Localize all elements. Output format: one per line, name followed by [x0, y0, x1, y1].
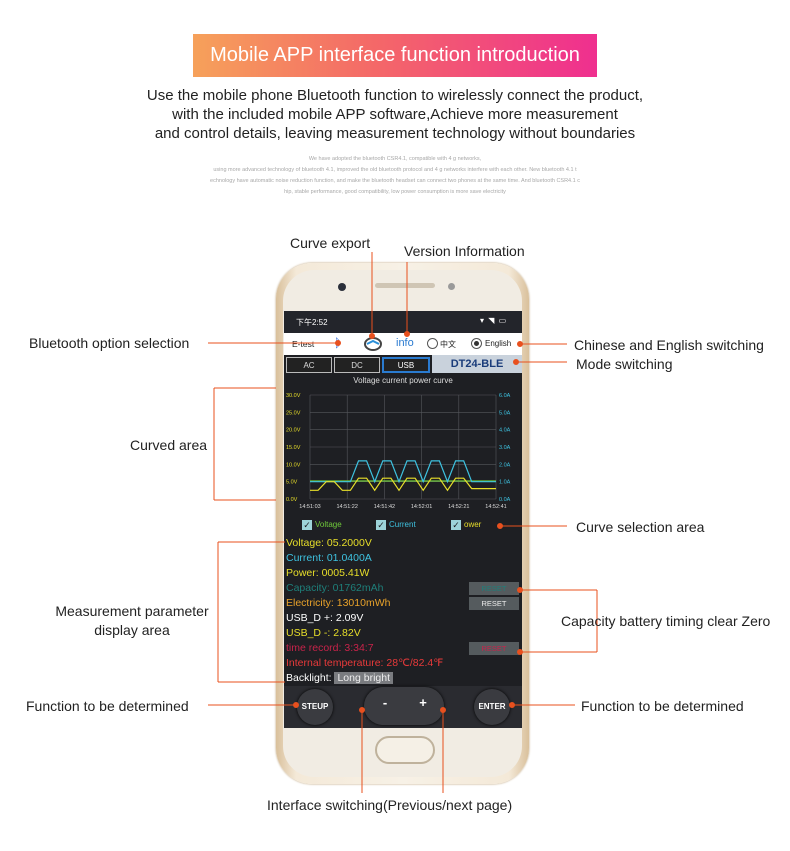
leader-dot	[335, 340, 341, 346]
leader-dot	[517, 649, 523, 655]
leader-dot	[497, 523, 503, 529]
leader-dot	[517, 587, 523, 593]
leader-dot	[517, 341, 523, 347]
callout-mode-switch: Mode switching	[576, 356, 673, 372]
callout-curve-export: Curve export	[290, 235, 371, 251]
callout-curved-area: Curved area	[130, 437, 208, 453]
callout-curve-selection: Curve selection area	[576, 519, 705, 535]
leader-dot	[440, 707, 446, 713]
callout-func-right: Function to be determined	[581, 698, 744, 714]
leader-dot	[513, 359, 519, 365]
callout-measurement-line: display area	[94, 622, 170, 638]
callout-lines	[208, 252, 598, 793]
leader-dot	[369, 333, 375, 339]
callout-version-info: Version Information	[404, 243, 525, 259]
callout-interface-switch: Interface switching(Previous/next page)	[267, 797, 513, 813]
leader-dot	[359, 707, 365, 713]
callout-measurement-line: Measurement parameter	[55, 603, 209, 619]
callout-capacity-clear: Capacity battery timing clear Zero	[561, 613, 771, 629]
leader-dot	[404, 331, 410, 337]
leader-dot	[509, 702, 515, 708]
callout-lang-switch: Chinese and English switching	[574, 337, 764, 353]
callout-bluetooth-option: Bluetooth option selection	[29, 335, 190, 351]
callout-func-left: Function to be determined	[26, 698, 189, 714]
callout-measurement-area: Measurement parameter display area	[48, 602, 216, 640]
leader-dot	[293, 702, 299, 708]
